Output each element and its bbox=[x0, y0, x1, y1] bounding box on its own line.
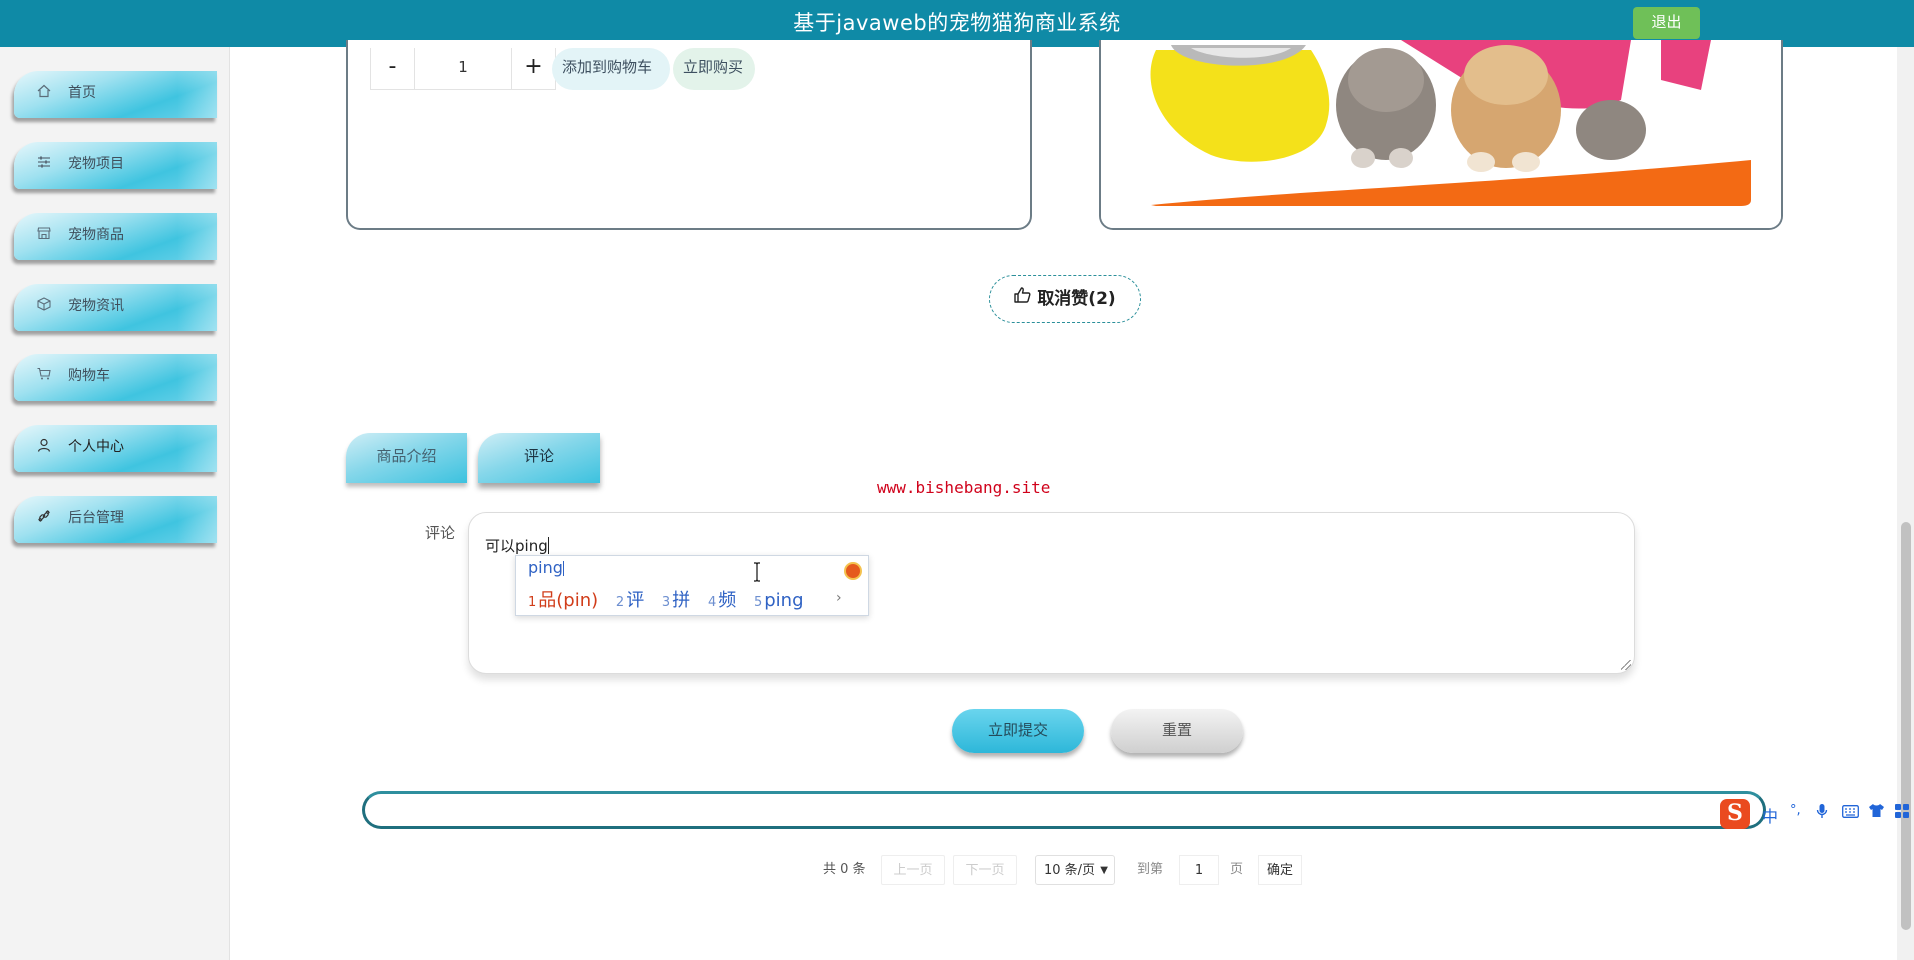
ime-candidate[interactable]: 5 ping bbox=[754, 590, 804, 611]
sidebar: 首页 宠物项目 宠物商品 宠物资讯 购物车 个人中心 后台管理 bbox=[0, 47, 230, 960]
candidate-number: 5 bbox=[753, 595, 763, 610]
tab-product-intro[interactable]: 商品介绍 bbox=[346, 433, 467, 483]
page-number-input[interactable]: 1 bbox=[1179, 855, 1219, 885]
pet-banner-image bbox=[1101, 40, 1781, 228]
i-beam-cursor-icon bbox=[754, 562, 760, 582]
thumbs-up-icon bbox=[1014, 275, 1031, 321]
candidate-text: 评 bbox=[626, 590, 645, 611]
sidebar-item-label: 宠物项目 bbox=[68, 156, 124, 172]
quantity-input[interactable]: 1 bbox=[415, 48, 511, 90]
sidebar-item-pet-news[interactable]: 宠物资讯 bbox=[14, 284, 217, 331]
ime-candidate[interactable]: 4频 bbox=[708, 590, 736, 611]
like-label: 取消赞(2) bbox=[1037, 289, 1116, 309]
sidebar-item-label: 个人中心 bbox=[68, 439, 124, 455]
prev-page-button[interactable]: 上一页 bbox=[881, 855, 945, 885]
sidebar-item-label: 后台管理 bbox=[68, 510, 124, 526]
candidate-number: 1 bbox=[528, 595, 537, 610]
ime-candidate[interactable]: 1 品(pin) bbox=[528, 590, 598, 611]
comment-label: 评论 bbox=[425, 524, 456, 542]
ime-composition: ping bbox=[528, 558, 564, 577]
sidebar-item-label: 宠物商品 bbox=[68, 227, 124, 243]
candidate-text: 频 bbox=[718, 590, 737, 611]
watermark-text: www.bishebang.site bbox=[877, 478, 1051, 497]
ime-next-page-icon[interactable]: › bbox=[836, 590, 842, 606]
product-info-panel: - 1 + 添加到购物车 立即购买 bbox=[346, 40, 1032, 230]
pagination-total: 共 0 条 bbox=[823, 862, 866, 877]
ime-caret bbox=[562, 561, 564, 576]
link-icon bbox=[34, 509, 54, 529]
carousel-dot[interactable] bbox=[1458, 168, 1468, 178]
candidate-number: 3 bbox=[661, 595, 671, 610]
sidebar-item-label: 购物车 bbox=[68, 368, 110, 384]
ime-punct-toggle[interactable]: °, bbox=[1790, 803, 1801, 818]
resize-handle[interactable] bbox=[1621, 660, 1631, 670]
quantity-decrease-button[interactable]: - bbox=[371, 48, 415, 90]
logout-button[interactable]: 退出 bbox=[1633, 7, 1700, 39]
ime-skin-icon[interactable] bbox=[844, 562, 862, 580]
comment-list bbox=[362, 791, 1766, 829]
ime-candidates: 1 品(pin) 2评 3拼 4频 5 ping bbox=[528, 586, 816, 612]
page-size-select[interactable]: 10 条/页 ▼ bbox=[1035, 855, 1115, 885]
reset-button[interactable]: 重置 bbox=[1111, 709, 1243, 753]
carousel-dots bbox=[1414, 165, 1472, 181]
sliders-icon bbox=[34, 155, 54, 175]
ime-lang-toggle[interactable]: 中 bbox=[1762, 803, 1778, 827]
carousel-panel bbox=[1099, 40, 1783, 230]
shirt-skin-icon[interactable] bbox=[1868, 803, 1885, 822]
goto-confirm-button[interactable]: 确定 bbox=[1258, 855, 1302, 885]
carousel-dot[interactable] bbox=[1418, 168, 1428, 178]
ime-candidate-window: ping 1 品(pin) 2评 3拼 4频 5 ping › bbox=[515, 555, 869, 616]
submit-button[interactable]: 立即提交 bbox=[952, 709, 1084, 753]
sidebar-item-pet-goods[interactable]: 宠物商品 bbox=[14, 213, 217, 260]
page-unit-label: 页 bbox=[1230, 862, 1244, 877]
ime-status-bar: S 中 °, bbox=[1716, 797, 1914, 833]
text-caret bbox=[547, 537, 549, 554]
candidate-text: 品(pin) bbox=[538, 590, 599, 611]
microphone-icon[interactable] bbox=[1816, 803, 1828, 823]
carousel-dot[interactable] bbox=[1438, 168, 1448, 178]
shop-icon bbox=[34, 226, 54, 246]
cube-icon bbox=[34, 297, 54, 317]
sidebar-item-cart[interactable]: 购物车 bbox=[14, 354, 217, 401]
sidebar-item-home[interactable]: 首页 bbox=[14, 71, 217, 118]
sidebar-item-profile[interactable]: 个人中心 bbox=[14, 425, 217, 472]
unlike-button[interactable]: 取消赞(2) bbox=[989, 275, 1141, 323]
tab-comments[interactable]: 评论 bbox=[478, 433, 600, 483]
sidebar-item-pet-projects[interactable]: 宠物项目 bbox=[14, 142, 217, 189]
page-size-value: 10 条/页 bbox=[1044, 863, 1096, 878]
candidate-text: ping bbox=[764, 590, 804, 611]
ime-candidate[interactable]: 2评 bbox=[616, 590, 644, 611]
candidate-number: 4 bbox=[707, 595, 717, 610]
add-to-cart-button[interactable]: 添加到购物车 bbox=[552, 48, 670, 90]
sidebar-item-label: 首页 bbox=[68, 85, 96, 101]
candidate-number: 2 bbox=[615, 595, 625, 610]
sogou-logo-icon[interactable]: S bbox=[1720, 799, 1750, 829]
buy-now-button[interactable]: 立即购买 bbox=[673, 48, 755, 90]
toolbox-icon[interactable] bbox=[1894, 803, 1910, 823]
scrollbar-thumb[interactable] bbox=[1901, 522, 1911, 930]
goto-label: 到第 bbox=[1137, 862, 1164, 877]
keyboard-icon[interactable] bbox=[1842, 803, 1859, 822]
home-icon bbox=[34, 84, 54, 104]
chevron-down-icon: ▼ bbox=[1100, 865, 1108, 876]
candidate-text: 拼 bbox=[672, 590, 691, 611]
comment-value: 可以ping bbox=[485, 537, 548, 555]
sidebar-item-admin[interactable]: 后台管理 bbox=[14, 496, 217, 543]
comment-text: 可以ping bbox=[485, 535, 549, 556]
cart-icon bbox=[34, 367, 54, 387]
quantity-increase-button[interactable]: + bbox=[511, 48, 555, 90]
sidebar-item-label: 宠物资讯 bbox=[68, 298, 124, 314]
user-icon bbox=[34, 438, 54, 458]
next-page-button[interactable]: 下一页 bbox=[953, 855, 1017, 885]
ime-composition-text: ping bbox=[528, 558, 563, 577]
quantity-stepper[interactable]: - 1 + bbox=[370, 48, 556, 90]
ime-candidate[interactable]: 3拼 bbox=[662, 590, 690, 611]
